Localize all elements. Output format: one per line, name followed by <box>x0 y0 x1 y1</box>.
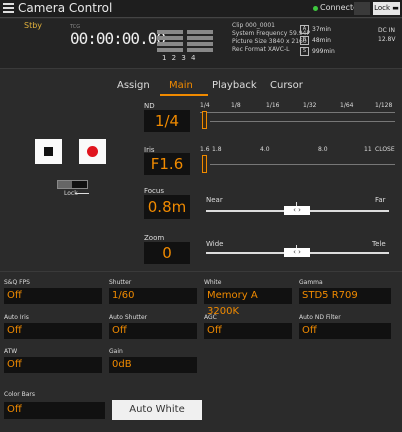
nd-position-marker[interactable] <box>202 111 207 129</box>
white-label: White <box>204 279 222 286</box>
iris-scale-2: 1.8 <box>212 146 222 153</box>
nd-scale-4: 1/32 <box>303 102 317 109</box>
media-b-icon: B <box>300 36 309 45</box>
nd-scale-1: 1/4 <box>200 102 210 109</box>
gamma-value[interactable]: STD5 R709 <box>299 288 391 304</box>
media-sd-icon: S <box>300 47 309 56</box>
gain-value[interactable]: 0dB <box>109 357 197 373</box>
auto-iris-value[interactable]: Off <box>4 323 102 339</box>
auto-nd-value[interactable]: Off <box>299 323 391 339</box>
media-remaining: A 37min B 48min S 999min <box>300 24 335 57</box>
stop-button[interactable] <box>35 139 62 164</box>
zoom-slider-handle[interactable]: ‹ › <box>284 248 310 257</box>
color-bars-label: Color Bars <box>4 391 35 398</box>
gain-label: Gain <box>109 348 123 355</box>
picture-size: Picture Size 3840 x 2160 <box>232 38 307 45</box>
rec-format: Rec Format XAVC-L <box>232 46 290 53</box>
media-a-icon: A <box>300 25 309 34</box>
focus-far-label: Far <box>375 196 386 204</box>
media-b-remaining: 48min <box>312 37 331 44</box>
iris-scale-3: 4.0 <box>260 146 270 153</box>
sq-fps-value[interactable]: Off <box>4 288 102 304</box>
shutter-label: Shutter <box>109 279 132 286</box>
media-sd-remaining: 999min <box>312 48 335 55</box>
voltage: 12.8V <box>378 36 396 43</box>
record-status: Stby <box>24 21 43 30</box>
title-bar: Camera Control Connected Lock ▬ <box>0 0 402 18</box>
system-frequency: System Frequency 59.94P <box>232 30 310 37</box>
agc-label: AGC <box>204 314 217 321</box>
record-icon <box>87 146 98 157</box>
zoom-label: Zoom <box>144 234 165 242</box>
zoom-tele-label: Tele <box>372 240 386 248</box>
nd-value[interactable]: 1/4 <box>144 110 190 132</box>
agc-value[interactable]: Off <box>204 323 292 339</box>
atw-value[interactable]: Off <box>4 357 102 373</box>
connection-status-icon <box>313 6 318 11</box>
iris-scale-6: CLOSE <box>375 146 395 153</box>
auto-iris-label: Auto Iris <box>4 314 29 321</box>
lock-button-label: Lock <box>374 4 391 12</box>
iris-value[interactable]: F1.6 <box>144 153 190 175</box>
iris-scale-4: 8.0 <box>318 146 328 153</box>
clip-info: Clip 000_0001 System Frequency 59.94P Pi… <box>232 22 310 54</box>
auto-shutter-value[interactable]: Off <box>109 323 197 339</box>
nd-label: ND <box>144 102 155 110</box>
record-button[interactable] <box>79 139 106 164</box>
dc-in-label: DC IN <box>378 27 395 34</box>
auto-white-button[interactable]: Auto White <box>112 400 202 420</box>
nd-scale-6: 1/128 <box>375 102 393 109</box>
power-status: DC IN 12.8V <box>378 26 395 44</box>
timecode: 00:00:00.00 <box>70 29 166 48</box>
color-bars-value[interactable]: Off <box>4 402 105 419</box>
white-value[interactable]: Memory A 3200K <box>204 288 292 317</box>
tab-main[interactable]: Main <box>169 80 193 91</box>
tab-assign[interactable]: Assign <box>117 80 150 91</box>
lock-button[interactable]: Lock ▬ <box>373 2 400 15</box>
stop-icon <box>44 147 53 156</box>
shutter-value[interactable]: 1/60 <box>109 288 197 304</box>
auto-shutter-label: Auto Shutter <box>109 314 148 321</box>
atw-label: ATW <box>4 348 18 355</box>
gamma-label: Gamma <box>299 279 323 286</box>
focus-near-label: Near <box>206 196 223 204</box>
active-tab-indicator <box>160 94 208 96</box>
nd-scale-baseline <box>210 121 395 122</box>
audio-channel-numbers: 1 2 3 4 <box>162 54 196 62</box>
clip-name: Clip 000_0001 <box>232 22 275 29</box>
auto-nd-label: Auto ND Filter <box>299 314 341 321</box>
blank-toolbar-button[interactable] <box>354 2 370 15</box>
app-title: Camera Control <box>18 1 113 15</box>
nd-scale-5: 1/64 <box>340 102 354 109</box>
iris-scale-5: 11 <box>364 146 372 153</box>
focus-slider-handle[interactable]: ‹ › <box>284 206 310 215</box>
zoom-wide-label: Wide <box>206 240 224 248</box>
media-a-remaining: 37min <box>312 26 331 33</box>
nd-scale-3: 1/16 <box>266 102 280 109</box>
nd-scale-track[interactable] <box>200 112 395 113</box>
tab-playback[interactable]: Playback <box>212 80 257 91</box>
iris-position-marker[interactable] <box>202 155 207 173</box>
nd-scale-2: 1/8 <box>231 102 241 109</box>
section-divider <box>0 271 402 272</box>
lock-toggle-knob <box>72 181 87 188</box>
sq-fps-label: S&Q FPS <box>4 279 30 286</box>
iris-scale-baseline[interactable] <box>210 164 395 165</box>
lock-arrow-icon <box>75 193 89 194</box>
zoom-value[interactable]: 0 <box>144 242 190 264</box>
focus-value[interactable]: 0.8m <box>144 195 190 219</box>
focus-label: Focus <box>144 187 164 195</box>
lock-toggle[interactable] <box>57 180 88 189</box>
tab-cursor[interactable]: Cursor <box>270 80 303 91</box>
iris-scale-1: 1.6 <box>200 146 210 153</box>
hamburger-menu-icon[interactable] <box>3 3 14 13</box>
